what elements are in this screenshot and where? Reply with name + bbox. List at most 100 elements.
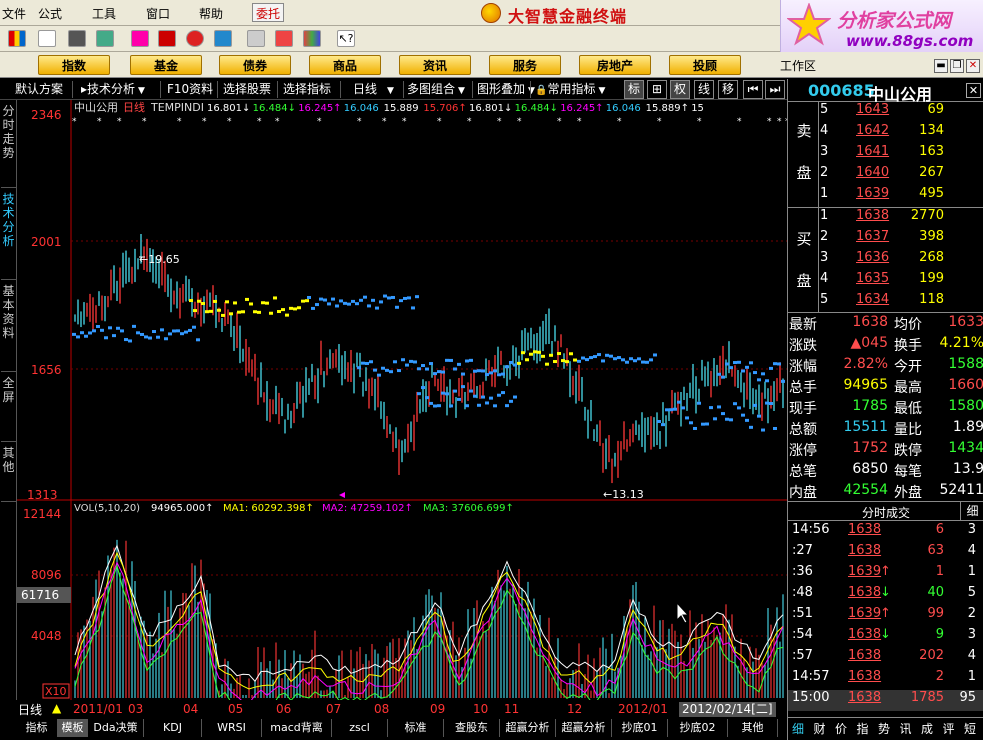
line-button[interactable]: 线 — [694, 80, 714, 99]
indicator-tab[interactable]: 超赢分析 — [556, 719, 612, 737]
grid-button[interactable]: ⊞ — [647, 80, 667, 99]
restore-button[interactable]: ❐ — [950, 59, 964, 73]
nav-tab-news[interactable]: 资讯 — [399, 55, 471, 75]
multi-chart-dropdown[interactable]: 多图组合 ▼ — [404, 79, 468, 100]
entrust-button[interactable]: 委托 — [252, 3, 285, 22]
sell-row[interactable]: 4 1642 134 — [818, 123, 983, 144]
nav-tab-realestate[interactable]: 房地产 — [579, 55, 651, 75]
mark-button[interactable]: 标 — [624, 80, 644, 99]
indicator-tab[interactable]: 超赢分析 — [500, 719, 556, 737]
indicator-tab[interactable]: WRSI — [202, 719, 262, 737]
indicator-dot — [773, 426, 777, 430]
print-icon[interactable] — [247, 30, 265, 47]
select-indicator-button[interactable]: 选择指标 — [280, 79, 334, 100]
vtab-intraday[interactable]: 分时走势 — [1, 100, 16, 188]
nav-tab-index[interactable]: 指数 — [38, 55, 110, 75]
nav-tab-commodity[interactable]: 商品 — [309, 55, 381, 75]
menu-window[interactable]: 窗口 — [146, 5, 170, 22]
common-indicator-dropdown[interactable]: 🔒常用指标 ▼ — [532, 79, 608, 100]
indicator-tab[interactable]: 其他 — [728, 719, 778, 737]
buy-row[interactable]: 5 1634 118 — [818, 292, 983, 313]
indicator-tab[interactable]: Dda决策 — [88, 719, 144, 737]
right-tab[interactable]: 价 — [835, 720, 847, 737]
right-tab[interactable]: 成 — [921, 720, 933, 737]
right-tab[interactable]: 指 — [857, 720, 869, 737]
period-indicator[interactable]: 日线 — [18, 701, 42, 718]
right-tab[interactable]: 短 — [964, 720, 976, 737]
minimize-button[interactable]: ▬ — [934, 59, 948, 73]
record-icon[interactable] — [158, 30, 176, 47]
indicator-dot — [192, 325, 196, 329]
indicator-dot — [433, 372, 437, 376]
menu-file[interactable]: 文件 — [2, 5, 26, 22]
indicator-tab[interactable]: 模板 — [58, 719, 88, 737]
buy-row[interactable]: 1 1638 2770 — [818, 208, 983, 229]
sell-row[interactable]: 3 1641 163 — [818, 144, 983, 165]
indicator-value: 15.889↑ — [646, 103, 689, 114]
indicator-tab[interactable]: zscl — [332, 719, 388, 737]
quote-label: 涨跌 — [789, 338, 817, 354]
alert-icon[interactable] — [96, 30, 114, 47]
buy-row[interactable]: 2 1637 398 — [818, 229, 983, 250]
indicator-tab[interactable]: macd背离 — [262, 719, 332, 737]
indicator-tab[interactable]: 指标 — [16, 719, 58, 737]
right-tab[interactable]: 财 — [814, 720, 826, 737]
prev-arrow-icon[interactable]: ⏮ — [743, 80, 763, 99]
kline-chart[interactable]: 中山公用 日线 TEMPINDI 16.801↓ 16.484↓ 16.245↑ 16… — [17, 100, 790, 714]
overlay-dropdown[interactable]: 图形叠加 ▼ — [474, 79, 538, 100]
menu-tools[interactable]: 工具 — [92, 5, 116, 22]
rights-button[interactable]: 权 — [670, 80, 690, 99]
stop-icon[interactable] — [186, 30, 204, 47]
close-panel-icon[interactable]: ✕ — [966, 83, 981, 98]
indicator-dot — [104, 336, 108, 340]
nav-tab-fund[interactable]: 基金 — [130, 55, 202, 75]
right-tab[interactable]: 讯 — [900, 720, 912, 737]
close-window-button[interactable]: ✕ — [966, 59, 980, 73]
indicator-tab[interactable]: 标准 — [388, 719, 444, 737]
buy-row[interactable]: 3 1636 268 — [818, 250, 983, 271]
scheme-dropdown[interactable]: 默认方案 — [12, 79, 66, 100]
chart-icon[interactable] — [8, 30, 26, 47]
next-arrow-icon[interactable]: ⏭ — [765, 80, 785, 99]
move-button[interactable]: 移 — [718, 80, 738, 99]
right-tab[interactable]: 细 — [792, 720, 804, 737]
nav-tab-service[interactable]: 服务 — [489, 55, 561, 75]
indicator-tab[interactable]: 抄底02 — [668, 719, 728, 737]
sell-row[interactable]: 1 1639 495 — [818, 186, 983, 207]
select-stock-button[interactable]: 选择股票 — [220, 79, 274, 100]
tick-count: 1 — [967, 669, 976, 684]
period-dropdown[interactable]: 日线 ▼ — [350, 79, 397, 100]
function-bar: 默认方案 ▸技术分析 ▼ F10资料 选择股票 选择指标 日线 ▼ 多图组合 ▼ 图形… — [0, 79, 787, 100]
buy-row[interactable]: 4 1635 199 — [818, 271, 983, 292]
vtab-fundamental[interactable]: 基本资料 — [1, 280, 16, 372]
window-icon[interactable] — [275, 30, 293, 47]
help-pointer-icon[interactable]: ↖? — [337, 30, 355, 47]
menu-help[interactable]: 帮助 — [199, 5, 223, 22]
indicator-tab[interactable]: KDJ — [144, 719, 202, 737]
f10-button[interactable]: F10资料 — [164, 79, 216, 100]
quote-value: 1434 — [948, 440, 983, 456]
tech-analysis-dropdown[interactable]: ▸技术分析 ▼ — [78, 79, 148, 100]
binoculars-icon[interactable] — [68, 30, 86, 47]
nav-tab-bond[interactable]: 债券 — [219, 55, 291, 75]
level: 1 — [820, 186, 829, 201]
menu-formula[interactable]: 公式 — [38, 5, 62, 22]
info-icon[interactable] — [214, 30, 232, 47]
news-icon[interactable] — [38, 30, 56, 47]
vtab-fullscreen[interactable]: 全屏 — [1, 372, 16, 442]
workarea-label[interactable]: 工作区 — [780, 57, 816, 74]
sell-row[interactable]: 5 1643 69 — [818, 102, 983, 123]
tick-vol: 40 — [927, 585, 944, 600]
books-icon[interactable] — [303, 30, 321, 47]
sell-row[interactable]: 2 1640 267 — [818, 165, 983, 186]
vtab-technical[interactable]: 技术分析 — [1, 188, 16, 280]
indicator-tab[interactable]: 抄底01 — [612, 719, 668, 737]
right-tab[interactable]: 评 — [943, 720, 955, 737]
pen-icon[interactable] — [131, 30, 149, 47]
indicator-tab[interactable]: 查股东 — [444, 719, 500, 737]
vtab-other[interactable]: 其他 — [1, 442, 16, 502]
ticks-detail-tab[interactable]: 细 — [960, 502, 983, 520]
right-tab[interactable]: 势 — [878, 720, 890, 737]
nav-tab-advisor[interactable]: 投顾 — [669, 55, 741, 75]
quote-value: 1633 — [948, 314, 983, 330]
